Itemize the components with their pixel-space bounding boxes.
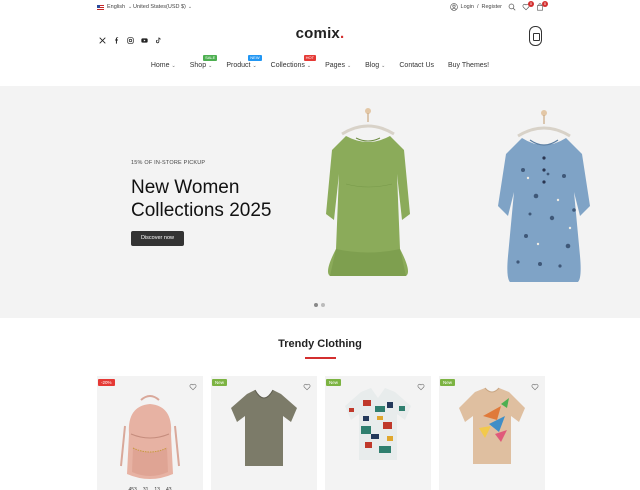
currency-selector[interactable]: United States(USD $) ⌄ <box>133 4 192 10</box>
hero-slider: 15% OF IN-STORE PICKUP New Women Collect… <box>0 86 640 318</box>
chevron-down-icon: ⌄ <box>252 62 257 69</box>
login-link[interactable]: Login <box>461 4 474 10</box>
nav-item-label: Home <box>150 62 170 69</box>
product-grid: -20% 453 31 13 43 New New New <box>97 376 545 490</box>
product-card[interactable]: New <box>439 376 545 490</box>
hero-title-line-1: New Women <box>131 177 240 198</box>
chevron-down-icon: ⌄ <box>346 62 352 69</box>
chevron-down-icon: ⌄ <box>128 4 133 10</box>
nav-badge: HOT <box>303 55 317 61</box>
nav-item-home[interactable]: Home ⌄ <box>144 62 183 69</box>
language-label: English <box>107 4 126 10</box>
nav-item-collections[interactable]: Collections ⌄ HOT <box>264 55 318 69</box>
search-icon[interactable] <box>508 3 516 11</box>
separator: / <box>476 4 479 10</box>
nav-badge: SALE <box>203 55 218 61</box>
hero-subtitle: 15% OF IN-STORE PICKUP <box>131 160 206 166</box>
discover-now-button[interactable]: Discover now <box>131 231 184 246</box>
nav-item-label: Collections <box>270 62 305 69</box>
nav-item-pages[interactable]: Pages ⌄ <box>318 62 358 69</box>
grey-vneck-tshirt-image <box>231 389 297 466</box>
product-card[interactable]: New <box>325 376 431 490</box>
cart-button[interactable] <box>529 26 542 46</box>
slider-dot[interactable] <box>321 303 325 307</box>
nav-item-buy-themes[interactable]: Buy Themes! <box>441 62 496 69</box>
nav-badge: NEW <box>248 55 262 61</box>
nav-item-label: Buy Themes! <box>448 62 490 69</box>
hero-title-line-2: Collections 2025 <box>131 200 272 221</box>
cart-mini-button[interactable]: 0 <box>536 1 548 11</box>
logo-text: comix <box>295 25 340 42</box>
language-selector[interactable]: English ⌄ <box>97 4 132 10</box>
backpack-image <box>120 395 180 479</box>
logo-dot: . <box>339 25 345 42</box>
section-title-underline <box>305 357 336 359</box>
top-bar: English ⌄ United States(USD $) ⌄ Login /… <box>0 0 640 16</box>
green-dress-image <box>326 108 410 276</box>
nav-item-label: Blog <box>365 62 380 69</box>
printed-shirt-image <box>345 388 411 460</box>
nav-item-label: Pages <box>325 62 345 69</box>
us-flag-icon <box>97 4 104 10</box>
heart-icon[interactable] <box>417 383 425 391</box>
site-logo[interactable]: comix. <box>0 25 640 42</box>
wishlist-count: 0 <box>528 1 534 7</box>
heart-icon[interactable] <box>303 383 311 391</box>
product-card[interactable]: New <box>211 376 317 490</box>
new-badge: New <box>440 379 456 386</box>
register-link[interactable]: Register <box>482 4 502 10</box>
chevron-down-icon: ⌄ <box>306 62 312 69</box>
slider-dot[interactable] <box>314 303 318 307</box>
slider-dots <box>314 303 325 307</box>
nav-item-label: Contact Us <box>399 62 434 69</box>
account-tools: Login / Register 0 0 <box>449 1 548 11</box>
product-card[interactable]: -20% 453 31 13 43 <box>97 376 203 490</box>
chevron-down-icon: ⌄ <box>187 4 193 10</box>
heart-icon[interactable] <box>531 383 539 391</box>
beige-graphic-tshirt-image <box>459 387 525 464</box>
hero-title: New Women Collections 2025 <box>131 176 311 222</box>
nav-item-contact-us[interactable]: Contact Us <box>392 62 441 69</box>
nav-item-product[interactable]: Product ⌄ NEW <box>219 55 263 69</box>
main-nav: Home ⌄ Shop ⌄ SALE Product ⌄ NEW Collections ⌄ HOT… <box>0 55 640 69</box>
nav-item-shop[interactable]: Shop ⌄ SALE <box>183 55 220 69</box>
new-badge: New <box>212 379 228 386</box>
nav-item-label: Product <box>226 62 251 69</box>
login-register[interactable]: Login / Register <box>449 3 502 11</box>
cart-count: 0 <box>542 1 548 7</box>
chevron-down-icon: ⌄ <box>171 62 176 69</box>
section-title: Trendy Clothing <box>278 338 362 350</box>
blue-floral-dress-image <box>498 110 590 282</box>
new-badge: New <box>326 379 342 386</box>
discount-badge: -20% <box>98 379 115 386</box>
chevron-down-icon: ⌄ <box>381 62 386 69</box>
nav-item-label: Shop <box>189 62 207 69</box>
currency-label: United States(USD $) <box>133 4 186 10</box>
nav-item-blog[interactable]: Blog ⌄ <box>358 62 392 69</box>
user-icon <box>449 3 458 11</box>
heart-icon[interactable] <box>189 383 197 391</box>
chevron-down-icon: ⌄ <box>208 62 213 69</box>
wishlist-button[interactable]: 0 <box>522 1 534 11</box>
